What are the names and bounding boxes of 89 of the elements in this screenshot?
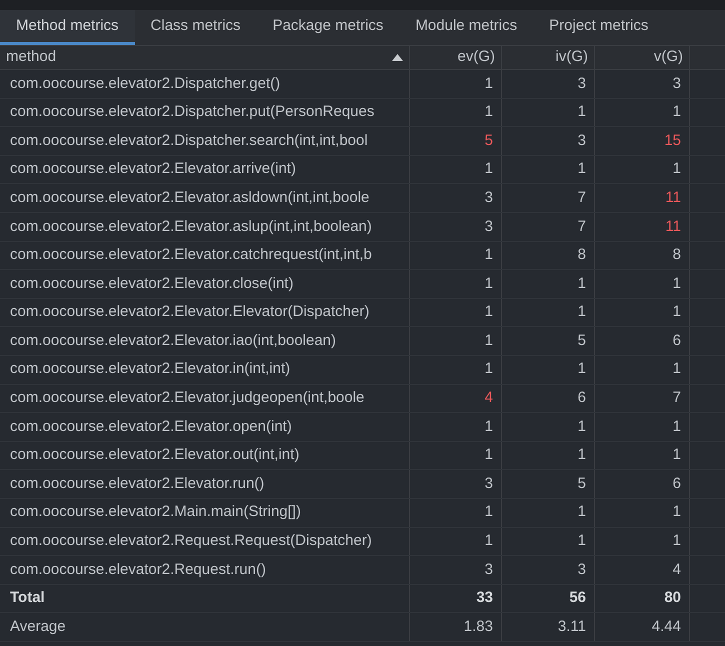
metric-cell: 1 bbox=[595, 498, 690, 526]
method-name-cell: com.oocourse.elevator2.Request.run() bbox=[0, 556, 410, 584]
metric-cell: 5 bbox=[502, 470, 595, 498]
metric-cell: 1 bbox=[502, 498, 595, 526]
method-name-cell: com.oocourse.elevator2.Elevator.catchrequest(int,int,b bbox=[0, 242, 410, 270]
total-label: Total bbox=[0, 584, 410, 612]
metric-cell: 1 bbox=[502, 156, 595, 184]
metric-cell: 5 bbox=[410, 127, 502, 155]
method-name-cell: com.oocourse.elevator2.Elevator.run() bbox=[0, 470, 410, 498]
metric-cell: 1 bbox=[502, 98, 595, 126]
metric-cell: 1 bbox=[502, 442, 595, 470]
metric-cell: 1 bbox=[410, 498, 502, 526]
metric-cell: 1 bbox=[502, 270, 595, 298]
metric-cell: 3 bbox=[595, 70, 690, 98]
method-name-cell: com.oocourse.elevator2.Elevator.in(int,int) bbox=[0, 356, 410, 384]
metric-cell: 80 bbox=[595, 584, 690, 612]
metric-cell: 3 bbox=[410, 184, 502, 212]
tab[interactable]: Class metrics bbox=[134, 10, 257, 45]
metric-cell: 4.44 bbox=[595, 613, 690, 641]
metric-cell: 1 bbox=[410, 156, 502, 184]
method-name-cell: com.oocourse.elevator2.Elevator.open(int) bbox=[0, 413, 410, 441]
metric-cell: 11 bbox=[595, 212, 690, 241]
metric-cell: 1 bbox=[410, 70, 502, 98]
method-name-cell: com.oocourse.elevator2.Dispatcher.get() bbox=[0, 70, 410, 98]
metric-cell: 1 bbox=[595, 98, 690, 126]
metric-cell: 6 bbox=[502, 384, 595, 412]
metric-cell: 4 bbox=[595, 556, 690, 584]
metric-cell: 4 bbox=[410, 384, 502, 412]
metric-cell: 8 bbox=[595, 242, 690, 270]
metric-cell: 1 bbox=[410, 270, 502, 298]
column-header[interactable]: v(G) bbox=[595, 46, 690, 69]
method-name-cell: com.oocourse.elevator2.Elevator.iao(int,boolean) bbox=[0, 327, 410, 355]
metric-cell: 3 bbox=[502, 70, 595, 98]
metric-cell: 1 bbox=[410, 242, 502, 270]
metric-cell: 1 bbox=[502, 298, 595, 326]
metric-cell: 1 bbox=[410, 413, 502, 441]
metric-cell: 56 bbox=[502, 584, 595, 612]
metric-cell: 6 bbox=[595, 327, 690, 355]
metric-cell: 1 bbox=[502, 413, 595, 441]
metric-cell: 7 bbox=[502, 212, 595, 241]
method-name-cell: com.oocourse.elevator2.Elevator.out(int,int) bbox=[0, 442, 410, 470]
metric-cell: 1 bbox=[595, 356, 690, 384]
metric-cell: 11 bbox=[595, 184, 690, 212]
method-name-cell: com.oocourse.elevator2.Request.Request(Dispatcher) bbox=[0, 528, 410, 556]
metric-cell: 1 bbox=[410, 298, 502, 326]
metric-cell: 1 bbox=[410, 442, 502, 470]
method-name-cell: com.oocourse.elevator2.Dispatcher.put(PersonReques bbox=[0, 98, 410, 126]
metric-cell: 1 bbox=[595, 528, 690, 556]
metric-cell: 1.83 bbox=[410, 613, 502, 641]
metric-cell: 7 bbox=[502, 184, 595, 212]
metric-cell: 5 bbox=[502, 327, 595, 355]
tab[interactable]: Package metrics bbox=[256, 10, 400, 45]
method-name-cell: com.oocourse.elevator2.Dispatcher.search(int,int,bool bbox=[0, 127, 410, 155]
column-header[interactable]: ev(G) bbox=[410, 46, 502, 69]
method-name-cell: com.oocourse.elevator2.Elevator.Elevator(Dispatcher) bbox=[0, 298, 410, 326]
metric-cell: 1 bbox=[595, 156, 690, 184]
method-name-cell: com.oocourse.elevator2.Elevator.asldown(int,int,boole bbox=[0, 184, 410, 212]
metric-cell: 3 bbox=[410, 470, 502, 498]
metric-cell: 3 bbox=[502, 556, 595, 584]
column-header[interactable]: method bbox=[0, 46, 410, 69]
metric-cell: 33 bbox=[410, 584, 502, 612]
tab[interactable]: Project metrics bbox=[533, 10, 664, 45]
metric-cell: 1 bbox=[502, 528, 595, 556]
metric-cell: 1 bbox=[595, 298, 690, 326]
metric-cell: 1 bbox=[410, 327, 502, 355]
metric-cell: 1 bbox=[595, 442, 690, 470]
metric-cell: 6 bbox=[595, 470, 690, 498]
method-name-cell: com.oocourse.elevator2.Elevator.judgeopen(int,boole bbox=[0, 384, 410, 412]
metric-cell: 1 bbox=[410, 98, 502, 126]
metric-cell: 1 bbox=[595, 413, 690, 441]
metric-cell: 8 bbox=[502, 242, 595, 270]
tab[interactable]: Module metrics bbox=[399, 10, 534, 45]
metric-cell: 3 bbox=[410, 556, 502, 584]
metric-cell: 3.11 bbox=[502, 613, 595, 641]
metric-cell: 3 bbox=[410, 212, 502, 241]
method-name-cell: com.oocourse.elevator2.Main.main(String[]) bbox=[0, 498, 410, 526]
metric-cell: 1 bbox=[595, 270, 690, 298]
metric-cell: 3 bbox=[502, 127, 595, 155]
metric-cell: 1 bbox=[410, 356, 502, 384]
method-name-cell: com.oocourse.elevator2.Elevator.aslup(int,int,boolean) bbox=[0, 212, 410, 241]
metric-cell: 1 bbox=[502, 356, 595, 384]
method-name-cell: com.oocourse.elevator2.Elevator.close(int) bbox=[0, 270, 410, 298]
metric-cell: 15 bbox=[595, 127, 690, 155]
metric-cell: 1 bbox=[410, 528, 502, 556]
tab[interactable]: Method metrics bbox=[0, 10, 135, 45]
average-label: Average bbox=[0, 613, 410, 641]
column-header[interactable]: iv(G) bbox=[502, 46, 595, 69]
metric-cell: 7 bbox=[595, 384, 690, 412]
method-name-cell: com.oocourse.elevator2.Elevator.arrive(int) bbox=[0, 156, 410, 184]
